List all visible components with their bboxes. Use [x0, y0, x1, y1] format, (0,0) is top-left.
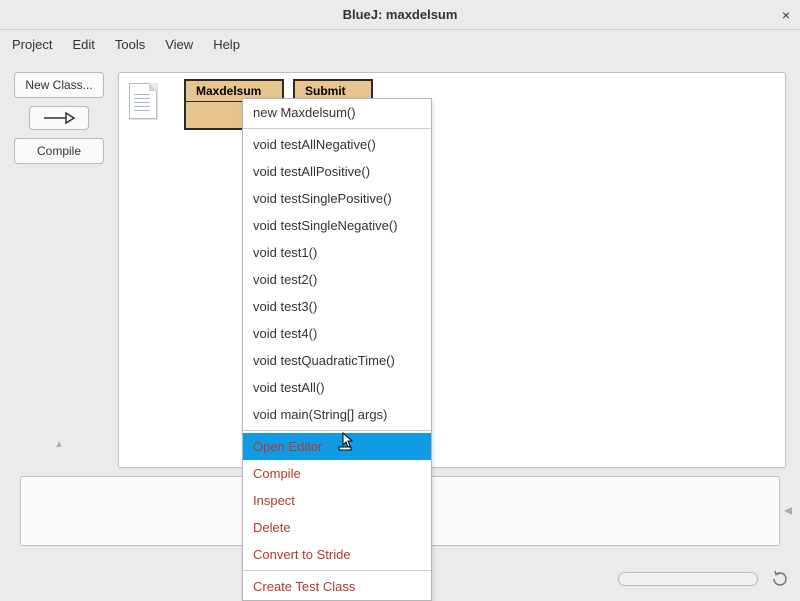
- ctx-method-testsinglenegative[interactable]: void testSingleNegative(): [243, 212, 431, 239]
- ctx-create-test-class[interactable]: Create Test Class: [243, 573, 431, 600]
- ctx-method-test2[interactable]: void test2(): [243, 266, 431, 293]
- separator: [243, 570, 431, 571]
- menu-tools[interactable]: Tools: [115, 37, 145, 52]
- menu-project[interactable]: Project: [12, 37, 52, 52]
- progress-bar: [618, 572, 758, 586]
- compile-button[interactable]: Compile: [14, 138, 104, 164]
- menu-edit[interactable]: Edit: [72, 37, 94, 52]
- context-menu: new Maxdelsum() void testAllNegative() v…: [242, 98, 432, 601]
- separator: [243, 430, 431, 431]
- menubar: Project Edit Tools View Help: [0, 30, 800, 58]
- ctx-method-testallpositive[interactable]: void testAllPositive(): [243, 158, 431, 185]
- inheritance-arrow-button[interactable]: [29, 106, 89, 130]
- ctx-method-testallnegative[interactable]: void testAllNegative(): [243, 131, 431, 158]
- ctx-open-editor[interactable]: Open Editor: [243, 433, 431, 460]
- menu-view[interactable]: View: [165, 37, 193, 52]
- new-class-button[interactable]: New Class...: [14, 72, 104, 98]
- ctx-convert-to-stride[interactable]: Convert to Stride: [243, 541, 431, 568]
- ctx-delete[interactable]: Delete: [243, 514, 431, 541]
- ctx-method-main[interactable]: void main(String[] args): [243, 401, 431, 428]
- class-diagram-canvas[interactable]: Maxdelsum Submit: [118, 72, 786, 468]
- readme-icon[interactable]: [129, 83, 161, 123]
- titlebar: BlueJ: maxdelsum ×: [0, 0, 800, 30]
- sidebar: New Class... Compile ▲: [0, 58, 118, 468]
- refresh-icon[interactable]: [770, 569, 790, 589]
- collapse-icon[interactable]: ▲: [54, 439, 64, 450]
- ctx-inspect[interactable]: Inspect: [243, 487, 431, 514]
- ctx-method-test1[interactable]: void test1(): [243, 239, 431, 266]
- close-icon[interactable]: ×: [782, 7, 790, 23]
- ctx-method-testquadratictime[interactable]: void testQuadraticTime(): [243, 347, 431, 374]
- scroll-left-icon[interactable]: ◀: [784, 506, 792, 517]
- window-title: BlueJ: maxdelsum: [343, 7, 458, 22]
- ctx-method-testall[interactable]: void testAll(): [243, 374, 431, 401]
- ctx-method-test4[interactable]: void test4(): [243, 320, 431, 347]
- ctx-method-test3[interactable]: void test3(): [243, 293, 431, 320]
- separator: [243, 128, 431, 129]
- ctx-compile[interactable]: Compile: [243, 460, 431, 487]
- ctx-method-new[interactable]: new Maxdelsum(): [243, 99, 431, 126]
- menu-help[interactable]: Help: [213, 37, 240, 52]
- ctx-method-testsinglepositive[interactable]: void testSinglePositive(): [243, 185, 431, 212]
